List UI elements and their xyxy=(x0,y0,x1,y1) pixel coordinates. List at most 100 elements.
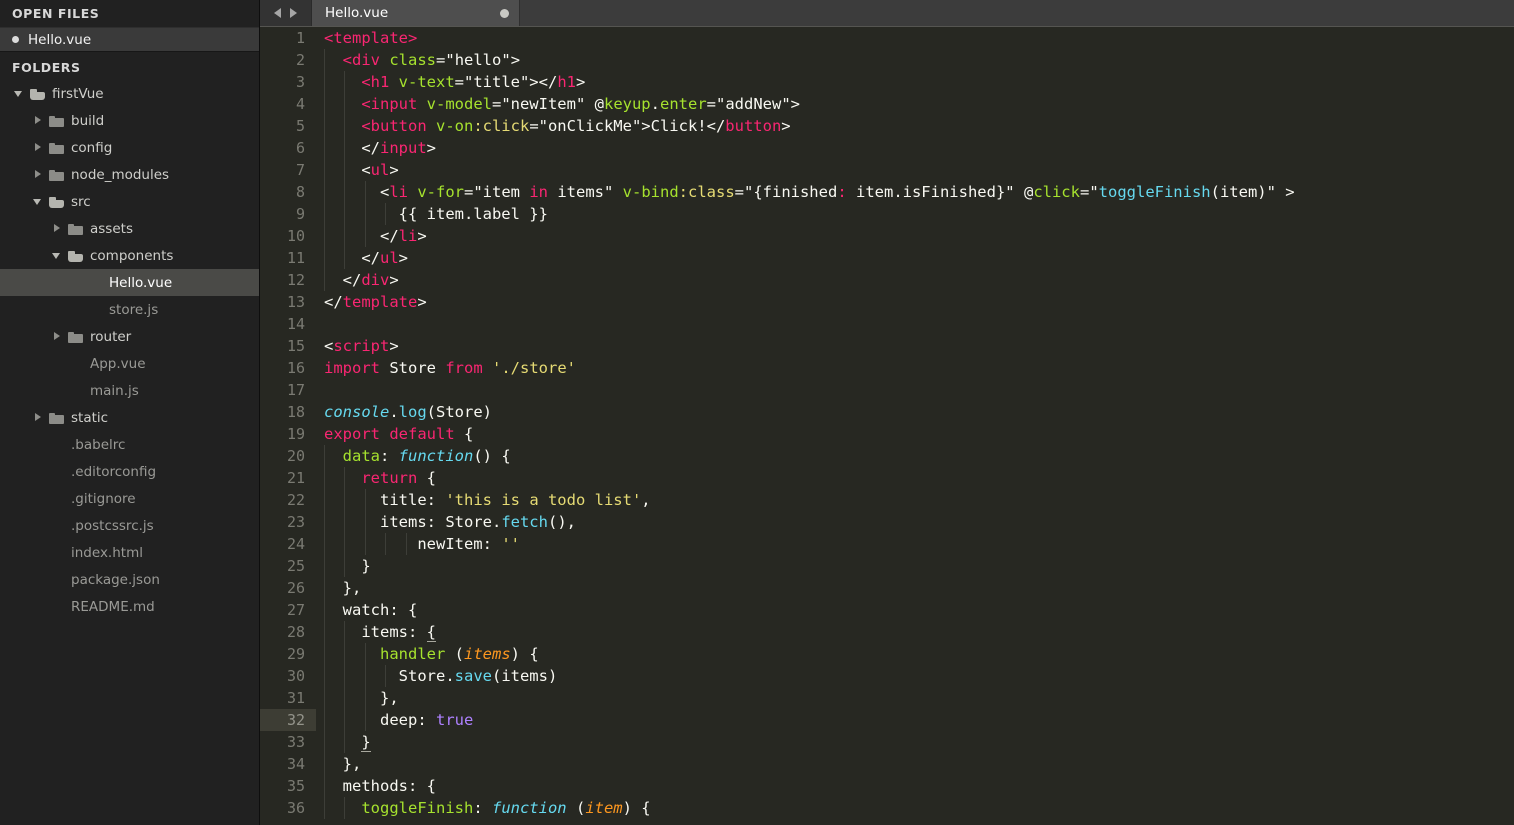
line-number: 15 xyxy=(286,337,305,355)
code-line-content: </template> xyxy=(316,291,1514,313)
code-line[interactable]: 35 methods: { xyxy=(260,775,1514,797)
tree-item-static[interactable]: static xyxy=(0,404,259,431)
chevron-down-icon[interactable] xyxy=(14,88,25,99)
tree-item--postcssrc-js[interactable]: .postcssrc.js xyxy=(0,512,259,539)
unsaved-dot-icon[interactable] xyxy=(500,8,509,18)
chevron-right-icon[interactable] xyxy=(52,223,63,234)
line-number: 33 xyxy=(286,733,305,751)
chevron-right-icon[interactable] xyxy=(33,169,44,180)
code-line[interactable]: 30 Store.save(items) xyxy=(260,665,1514,687)
code-line[interactable]: 13 </template> xyxy=(260,291,1514,313)
code-line-content: }, xyxy=(316,753,1514,775)
code-line[interactable]: 26 }, xyxy=(260,577,1514,599)
chevron-right-icon[interactable] xyxy=(52,331,63,342)
code-line[interactable]: 34 }, xyxy=(260,753,1514,775)
tree-item-app-vue[interactable]: App.vue xyxy=(0,350,259,377)
code-line-content: } xyxy=(316,555,1514,577)
tree-item-label: config xyxy=(71,139,113,156)
code-line[interactable]: 4 <input v-model="newItem" @keyup.enter=… xyxy=(260,93,1514,115)
tree-item-node-modules[interactable]: node_modules xyxy=(0,161,259,188)
code-line[interactable]: 7 <ul> xyxy=(260,159,1514,181)
tree-item-components[interactable]: components xyxy=(0,242,259,269)
code-line[interactable]: 27 watch: { xyxy=(260,599,1514,621)
tree-item-package-json[interactable]: package.json xyxy=(0,566,259,593)
tree-item-store-js[interactable]: store.js xyxy=(0,296,259,323)
line-number: 10 xyxy=(286,227,305,245)
code-line[interactable]: 21 return { xyxy=(260,467,1514,489)
code-text: <li v-for="item in items" v-bind:class="… xyxy=(324,183,1295,201)
chevron-down-icon[interactable] xyxy=(52,250,63,261)
code-line[interactable]: 12 </div> xyxy=(260,269,1514,291)
token-plain: ( xyxy=(566,799,586,817)
code-line[interactable]: 2 <div class="hello"> xyxy=(260,49,1514,71)
code-line-content: <ul> xyxy=(316,159,1514,181)
chevron-down-icon[interactable] xyxy=(33,196,44,207)
token-fnc: fetch xyxy=(501,513,548,531)
code-line[interactable]: 19 export default { xyxy=(260,423,1514,445)
code-editor[interactable]: 1 <template> 2 <div class="hello"> 3 <h1 v-… xyxy=(260,27,1514,825)
code-text: </li> xyxy=(324,227,427,245)
tree-item--editorconfig[interactable]: .editorconfig xyxy=(0,458,259,485)
code-line[interactable]: 20 data: function() { xyxy=(260,445,1514,467)
tab-hello-vue[interactable]: Hello.vue xyxy=(312,0,520,26)
code-line[interactable]: 24 newItem: '' xyxy=(260,533,1514,555)
line-number: 29 xyxy=(286,645,305,663)
tree-item-src[interactable]: src xyxy=(0,188,259,215)
code-line[interactable]: 18 console.log(Store) xyxy=(260,401,1514,423)
tree-item--babelrc[interactable]: .babelrc xyxy=(0,431,259,458)
tree-item-hello-vue[interactable]: Hello.vue xyxy=(0,269,259,296)
code-line[interactable]: 28 items: { xyxy=(260,621,1514,643)
chevron-right-icon[interactable] xyxy=(33,412,44,423)
folder-open-icon xyxy=(30,88,45,100)
tree-item-readme-md[interactable]: README.md xyxy=(0,593,259,620)
open-file-item[interactable]: Hello.vue xyxy=(0,27,259,52)
code-line[interactable]: 9 {{ item.label }} xyxy=(260,203,1514,225)
tree-item--gitignore[interactable]: .gitignore xyxy=(0,485,259,512)
folder-tree: firstVue build config node_modules src assets… xyxy=(0,80,259,620)
tree-item-router[interactable]: router xyxy=(0,323,259,350)
token-str: './store' xyxy=(492,359,576,377)
code-text: title: 'this is a todo list', xyxy=(324,491,651,509)
code-line[interactable]: 11 </ul> xyxy=(260,247,1514,269)
folder-closed-icon xyxy=(68,331,83,343)
code-text: <div class="hello"> xyxy=(324,51,520,69)
code-line[interactable]: 14 xyxy=(260,313,1514,335)
token-plain: </ xyxy=(324,227,399,245)
code-line[interactable]: 17 xyxy=(260,379,1514,401)
code-line[interactable]: 16 import Store from './store' xyxy=(260,357,1514,379)
arrow-right-icon[interactable] xyxy=(290,8,297,18)
token-plain: ="newItem" xyxy=(491,95,595,113)
code-line-content: import Store from './store' xyxy=(316,357,1514,379)
tree-item-build[interactable]: build xyxy=(0,107,259,134)
tree-item-assets[interactable]: assets xyxy=(0,215,259,242)
code-line[interactable]: 33 } xyxy=(260,731,1514,753)
code-line[interactable]: 8 <li v-for="item in items" v-bind:class… xyxy=(260,181,1514,203)
code-line[interactable]: 3 <h1 v-text="title"></h1> xyxy=(260,71,1514,93)
code-line[interactable]: 36 toggleFinish: function (item) { xyxy=(260,797,1514,819)
tree-item-index-html[interactable]: index.html xyxy=(0,539,259,566)
code-line[interactable]: 15 <script> xyxy=(260,335,1514,357)
chevron-right-icon[interactable] xyxy=(33,142,44,153)
code-line[interactable]: 31 }, xyxy=(260,687,1514,709)
tree-item-label: components xyxy=(90,247,174,264)
tree-item-main-js[interactable]: main.js xyxy=(0,377,259,404)
token-tag: <template> xyxy=(324,29,418,47)
code-line[interactable]: 29 handler (items) { xyxy=(260,643,1514,665)
tree-item-firstvue[interactable]: firstVue xyxy=(0,80,259,107)
chevron-right-icon[interactable] xyxy=(33,115,44,126)
tree-item-config[interactable]: config xyxy=(0,134,259,161)
code-line[interactable]: 5 <button v-on:click="onClickMe">Click!<… xyxy=(260,115,1514,137)
code-line[interactable]: 32 deep: true xyxy=(260,709,1514,731)
code-line[interactable]: 22 title: 'this is a todo list', xyxy=(260,489,1514,511)
code-line[interactable]: 10 </li> xyxy=(260,225,1514,247)
code-text: handler (items) { xyxy=(324,645,539,663)
arrow-left-icon[interactable] xyxy=(274,8,281,18)
code-line[interactable]: 23 items: Store.fetch(), xyxy=(260,511,1514,533)
token-attr: toggleFinish xyxy=(361,799,474,817)
code-line[interactable]: 1 <template> xyxy=(260,27,1514,49)
token-plain: items: xyxy=(324,623,427,641)
token-plain: </ xyxy=(324,139,380,157)
code-line[interactable]: 6 </input> xyxy=(260,137,1514,159)
code-line[interactable]: 25 } xyxy=(260,555,1514,577)
